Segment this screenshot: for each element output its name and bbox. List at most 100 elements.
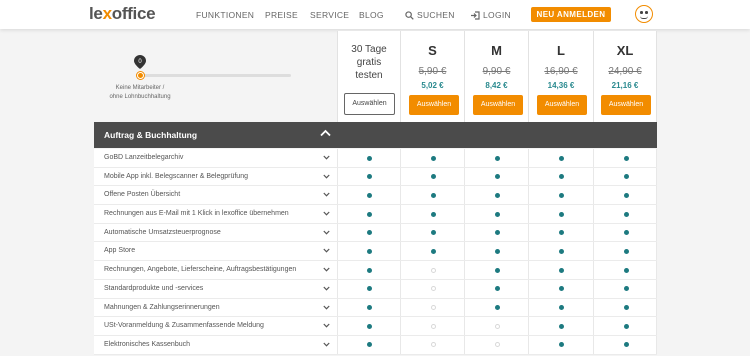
feature-row[interactable]: Rechnungen aus E-Mail mit 1 Klick in lex…	[94, 205, 657, 224]
plan-column-s: S 5,90 € 5,02 € Auswählen	[400, 31, 464, 122]
feature-cell	[464, 242, 528, 261]
feature-cell	[593, 261, 657, 279]
feature-row[interactable]: Automatische Umsatzsteuerprognose	[94, 223, 657, 243]
feature-cell	[593, 149, 657, 167]
included-dot-icon	[494, 174, 500, 180]
chevron-down-icon[interactable]	[323, 342, 330, 347]
plan-m-select-button[interactable]: Auswählen	[473, 95, 523, 115]
plan-column-m: M 9,90 € 8,42 € Auswählen	[464, 31, 528, 122]
included-dot-icon	[494, 267, 500, 273]
section-title: Auftrag & Buchhaltung	[104, 130, 198, 140]
register-button[interactable]: NEU ANMELDEN	[531, 7, 611, 22]
included-dot-icon	[559, 192, 564, 198]
feature-cell	[464, 261, 528, 279]
feature-row[interactable]: Mobile App inkl. Belegscanner & Belegprü…	[94, 167, 657, 187]
feature-label: Offene Posten Übersicht	[104, 191, 181, 199]
nav-blog[interactable]: BLOG	[359, 10, 384, 20]
chevron-up-icon[interactable]	[320, 129, 331, 137]
nav-login[interactable]: LOGIN	[470, 10, 511, 20]
nav-funktionen[interactable]: FUNKTIONEN	[196, 10, 254, 20]
plan-s-select-button[interactable]: Auswählen	[409, 95, 459, 115]
chevron-down-icon[interactable]	[323, 211, 330, 216]
included-dot-icon	[430, 192, 436, 198]
chevron-down-icon[interactable]	[323, 230, 330, 235]
feature-cell	[528, 167, 593, 186]
included-dot-icon	[494, 286, 500, 292]
chevron-down-icon[interactable]	[323, 286, 330, 291]
plan-new-price: 14,36 €	[547, 81, 575, 90]
plan-new-price: 5,02 €	[421, 81, 444, 90]
feature-cell	[593, 242, 657, 261]
top-header: lexoffice FUNKTIONEN PREISE SERVICE BLOG…	[0, 0, 750, 29]
not-included-dot-icon	[430, 323, 436, 329]
map-pin-icon: 0	[134, 55, 146, 69]
feature-cell	[593, 279, 657, 298]
feature-cell	[528, 279, 593, 298]
chevron-down-icon[interactable]	[323, 155, 330, 160]
feature-label: App Store	[104, 247, 136, 255]
feature-row[interactable]: App Store	[94, 242, 657, 262]
lexoffice-logo[interactable]: lexoffice	[89, 4, 156, 24]
included-dot-icon	[367, 342, 372, 348]
feature-cell	[400, 317, 464, 335]
employee-slider-handle[interactable]	[137, 72, 144, 79]
nav-search[interactable]: SUCHEN	[405, 10, 455, 20]
included-dot-icon	[367, 230, 372, 236]
not-included-dot-icon	[430, 286, 436, 292]
feature-row[interactable]: Offene Posten Übersicht	[94, 186, 657, 206]
feature-cell	[400, 149, 464, 167]
included-dot-icon	[623, 267, 629, 273]
included-dot-icon	[559, 305, 564, 310]
included-dot-icon	[367, 286, 372, 292]
section-auftrag-buchhaltung[interactable]: Auftrag & Buchhaltung	[94, 122, 657, 148]
chevron-down-icon[interactable]	[323, 267, 330, 272]
chevron-down-icon[interactable]	[323, 323, 330, 328]
feature-row[interactable]: Standardprodukte und -services	[94, 279, 657, 299]
trial-select-button[interactable]: Auswählen	[344, 93, 395, 115]
not-included-dot-icon	[430, 305, 436, 310]
feature-label: Standardprodukte und -services	[104, 284, 204, 292]
feature-cell	[337, 167, 400, 186]
feature-cell	[400, 186, 464, 205]
feature-label: USt-Voranmeldung & Zusammenfassende Meld…	[104, 322, 264, 330]
feature-cell	[400, 261, 464, 279]
included-dot-icon	[623, 192, 629, 198]
feature-cell	[400, 298, 464, 317]
plan-old-price: 5,90 €	[418, 66, 447, 77]
plan-name: M	[491, 43, 502, 58]
chevron-down-icon[interactable]	[323, 305, 330, 310]
included-dot-icon	[367, 155, 372, 161]
feature-row[interactable]: GoBD Lanzeitbelegarchiv	[94, 149, 657, 168]
feature-cell	[464, 205, 528, 223]
included-dot-icon	[559, 174, 564, 180]
slider-caption: Keine Mitarbeiter / ohne Lohnbuchhaltung	[109, 85, 171, 100]
feature-row[interactable]: Mahnungen & Zahlungserinnerungen	[94, 298, 657, 318]
chevron-down-icon[interactable]	[323, 248, 330, 254]
feature-row[interactable]: USt-Voranmeldung & Zusammenfassende Meld…	[94, 317, 657, 336]
nav-service[interactable]: SERVICE	[310, 10, 349, 20]
plan-xl-select-button[interactable]: Auswählen	[601, 95, 651, 115]
avatar-icon[interactable]	[635, 5, 653, 23]
included-dot-icon	[494, 230, 500, 236]
included-dot-icon	[494, 305, 500, 310]
plan-new-price: 8,42 €	[485, 81, 508, 90]
feature-cell	[593, 223, 657, 242]
feature-cell	[337, 205, 400, 223]
plan-l-select-button[interactable]: Auswählen	[537, 95, 587, 115]
included-dot-icon	[494, 155, 500, 161]
chevron-down-icon[interactable]	[323, 192, 330, 198]
feature-cell	[400, 335, 464, 354]
feature-label: Elektronisches Kassenbuch	[104, 340, 190, 348]
nav-preise[interactable]: PREISE	[265, 10, 298, 20]
feature-row[interactable]: Elektronisches Kassenbuch	[94, 335, 657, 355]
employee-slider-track[interactable]	[140, 74, 291, 77]
included-dot-icon	[494, 192, 500, 198]
feature-row[interactable]: Rechnungen, Angebote, Lieferscheine, Auf…	[94, 261, 657, 280]
plan-column-xl: XL 24,90 € 21,16 € Auswählen	[593, 31, 657, 122]
chevron-down-icon[interactable]	[323, 174, 330, 179]
feature-cell	[400, 167, 464, 186]
feature-cell	[528, 242, 593, 261]
feature-cell	[337, 335, 400, 354]
included-dot-icon	[623, 305, 629, 310]
included-dot-icon	[623, 323, 629, 329]
